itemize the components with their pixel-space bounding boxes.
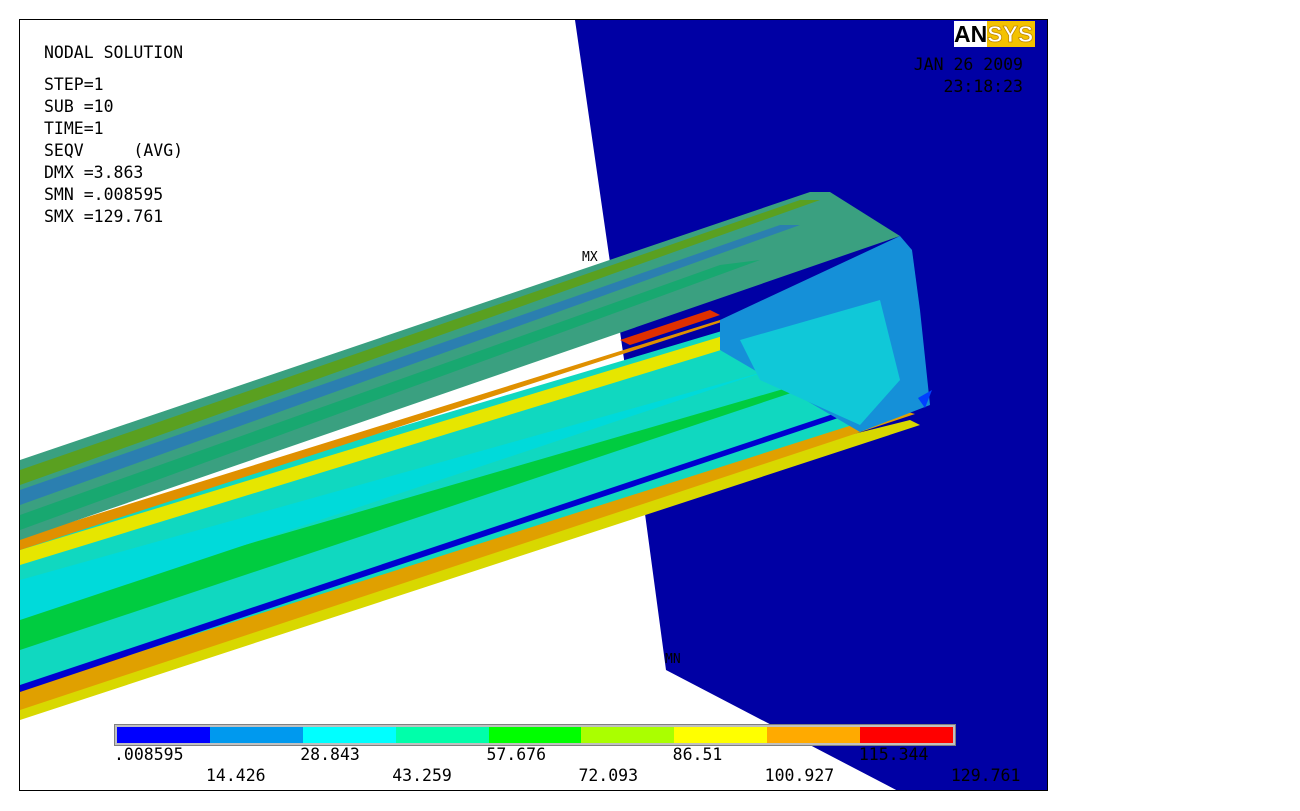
- legend-label-bottom-2: 43.259: [392, 766, 452, 785]
- logo-left-text: AN: [954, 21, 988, 47]
- legend-label-bottom-3: 72.093: [578, 766, 639, 785]
- date-text: JAN 26 2009: [913, 55, 1023, 74]
- legend-swatch-4: [395, 727, 489, 743]
- min-location-tag: MN: [665, 652, 681, 667]
- smx-value: SMX =129.761: [44, 207, 164, 226]
- legend-swatch-7: [674, 727, 768, 743]
- legend-label-top-2: 28.843: [300, 745, 360, 764]
- sub-value: SUB =10: [44, 97, 114, 116]
- legend-swatch-1: [117, 727, 210, 743]
- ansys-logo: ANSYS: [954, 21, 1046, 47]
- contour-legend: [114, 724, 956, 746]
- timestamp: JAN 26 2009 23:18:23: [914, 54, 1023, 98]
- solution-info: NODAL SOLUTION STEP=1 SUB =10 TIME=1 SEQ…: [44, 42, 183, 228]
- dmx-value: DMX =3.863: [44, 163, 144, 182]
- legend-swatch-3: [302, 727, 396, 743]
- smn-value: SMN =.008595: [44, 185, 164, 204]
- legend-swatch-5: [488, 727, 582, 743]
- plot-title: NODAL SOLUTION: [44, 43, 184, 62]
- step-value: STEP=1: [44, 75, 104, 94]
- result-name: SEQV (AVG): [44, 141, 184, 160]
- legend-swatch-2: [209, 727, 303, 743]
- time-value: TIME=1: [44, 119, 104, 138]
- legend-label-bottom-4: 100.927: [764, 766, 835, 785]
- legend-swatch-9: [860, 727, 954, 743]
- max-location-tag: MX: [582, 250, 598, 265]
- legend-label-top-1: .008595: [114, 745, 184, 764]
- legend-label-top-5: 115.344: [858, 745, 929, 764]
- legend-swatch-8: [767, 727, 861, 743]
- legend-label-bottom-5: 129.761: [950, 766, 1021, 785]
- legend-label-top-3: 57.676: [486, 745, 547, 764]
- legend-label-bottom-1: 14.426: [206, 766, 266, 785]
- legend-label-top-4: 86.51: [672, 745, 723, 764]
- plot-viewport[interactable]: NODAL SOLUTION STEP=1 SUB =10 TIME=1 SEQ…: [19, 19, 1048, 791]
- logo-right-text: SYS: [987, 21, 1036, 47]
- legend-swatch-6: [581, 727, 675, 743]
- time-text: 23:18:23: [943, 77, 1023, 96]
